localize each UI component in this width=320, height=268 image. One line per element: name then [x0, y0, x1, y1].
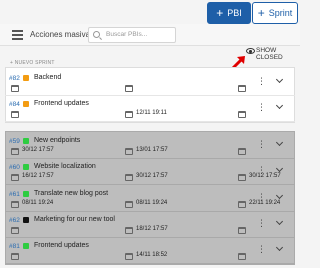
pbi-title[interactable]: Frontend updates [34, 100, 89, 107]
calendar-icon[interactable] [238, 226, 246, 234]
calendar-icon[interactable] [238, 253, 246, 261]
pbi-id[interactable]: #84 [9, 101, 20, 108]
calendar-icon[interactable] [238, 200, 246, 208]
calendar-icon[interactable] [11, 85, 19, 92]
chevron-down-icon[interactable] [275, 101, 284, 110]
toolbar: Acciones masivas Buscar PBIs... [0, 24, 300, 46]
search-icon [93, 31, 100, 38]
calendar-icon[interactable] [11, 200, 19, 208]
pbi-title[interactable]: Backend [34, 74, 61, 81]
calendar-icon[interactable] [125, 174, 133, 182]
pbi-title[interactable]: New endpoints [34, 137, 80, 144]
status-color-dot [23, 164, 29, 171]
more-options-icon[interactable]: ⋮ [257, 218, 266, 228]
status-color-dot [23, 243, 29, 250]
more-options-icon[interactable]: ⋮ [257, 166, 266, 175]
pbi-date-start: 30/12 17:57 [22, 147, 54, 153]
pbi-row[interactable]: #84 Frontend updates 12/11 19:11 ⋮ [5, 96, 295, 122]
pbi-date-mid: 12/11 19:11 [136, 110, 167, 116]
pbi-title[interactable]: Frontend updates [34, 242, 89, 249]
pbi-date-mid: 18/12 17:57 [136, 225, 168, 232]
pbi-row[interactable]: #61 Translate new blog post 08/11 19:24 08/… [5, 186, 295, 212]
add-sprint-label: Sprint [268, 8, 293, 18]
status-color-dot [23, 101, 29, 107]
more-options-icon[interactable]: ⋮ [257, 192, 266, 202]
pbi-title[interactable]: Website localization [34, 163, 96, 170]
pbi-date-mid: 08/11 19:24 [136, 199, 168, 206]
chevron-down-icon[interactable] [275, 217, 284, 225]
pbi-date-mid: 13/01 17:57 [136, 147, 168, 153]
bulk-actions-label[interactable]: Acciones masivas [30, 30, 94, 39]
chevron-down-icon[interactable] [275, 191, 284, 199]
pbi-id[interactable]: #59 [9, 138, 20, 145]
eye-icon[interactable] [246, 48, 255, 54]
calendar-icon[interactable] [11, 226, 19, 234]
pbi-date-start: 08/11 19:24 [22, 199, 54, 206]
search-input[interactable]: Buscar PBIs... [88, 27, 176, 43]
add-sprint-button[interactable]: + Sprint [252, 2, 298, 24]
calendar-icon[interactable] [11, 253, 19, 261]
calendar-icon[interactable] [125, 111, 133, 118]
chevron-down-icon[interactable] [275, 165, 284, 173]
calendar-icon[interactable] [11, 174, 19, 182]
calendar-icon[interactable] [125, 226, 133, 234]
pbi-title[interactable]: Marketing for our new tool [34, 216, 115, 223]
calendar-icon[interactable] [238, 85, 246, 92]
more-options-icon[interactable]: ⋮ [257, 245, 266, 254]
calendar-icon[interactable] [125, 253, 133, 261]
pbi-row[interactable]: #60 Website localization 16/12 17:57 30/12 … [5, 159, 295, 186]
pbi-date-mid: 14/11 18:52 [136, 252, 168, 259]
plus-icon: + [216, 6, 224, 20]
status-color-dot [23, 75, 29, 81]
pbi-id[interactable]: #60 [9, 164, 20, 171]
more-options-icon[interactable]: ⋮ [257, 140, 266, 149]
show-closed-toggle[interactable]: SHOW CLOSED [256, 47, 300, 61]
bulk-actions-icon[interactable] [12, 30, 23, 40]
more-options-icon[interactable]: ⋮ [257, 77, 266, 86]
calendar-icon[interactable] [11, 148, 19, 155]
more-options-icon[interactable]: ⋮ [257, 103, 266, 112]
calendar-icon[interactable] [125, 148, 133, 155]
chevron-down-icon[interactable] [275, 244, 284, 252]
add-pbi-button[interactable]: + PBI [207, 2, 251, 24]
status-color-dot [23, 190, 29, 197]
search-placeholder: Buscar PBIs... [106, 31, 148, 38]
calendar-icon[interactable] [125, 85, 133, 92]
pbi-id[interactable]: #62 [9, 217, 20, 224]
calendar-icon[interactable] [11, 111, 19, 118]
pbi-row[interactable]: #81 Frontend updates 14/11 18:52 ⋮ [5, 238, 295, 265]
pbi-date-start: 16/12 17:57 [22, 173, 54, 180]
pbi-id[interactable]: #81 [9, 243, 20, 250]
chevron-down-icon[interactable] [275, 138, 284, 147]
calendar-icon[interactable] [125, 200, 133, 208]
status-color-dot [23, 138, 29, 144]
pbi-date-mid: 30/12 17:57 [136, 173, 168, 180]
pbi-id[interactable]: #61 [9, 191, 20, 198]
pbi-row[interactable]: #59 New endpoints 30/12 17:57 13/01 17:57 ⋮ [5, 133, 295, 159]
plus-icon: + [257, 6, 265, 20]
calendar-icon[interactable] [238, 174, 246, 182]
pbi-row[interactable]: #82 Backend ⋮ [5, 70, 295, 96]
pbi-id[interactable]: #82 [9, 75, 20, 82]
add-pbi-label: PBI [227, 8, 242, 18]
pbi-row[interactable]: #62 Marketing for our new tool 18/12 17:57… [5, 212, 295, 238]
calendar-icon[interactable] [238, 111, 246, 118]
new-sprint-link[interactable]: + NUEVO SPRINT [10, 60, 55, 66]
calendar-icon[interactable] [238, 148, 246, 155]
pbi-title[interactable]: Translate new blog post [34, 190, 108, 197]
status-color-dot [23, 216, 29, 223]
chevron-down-icon[interactable] [275, 75, 284, 84]
